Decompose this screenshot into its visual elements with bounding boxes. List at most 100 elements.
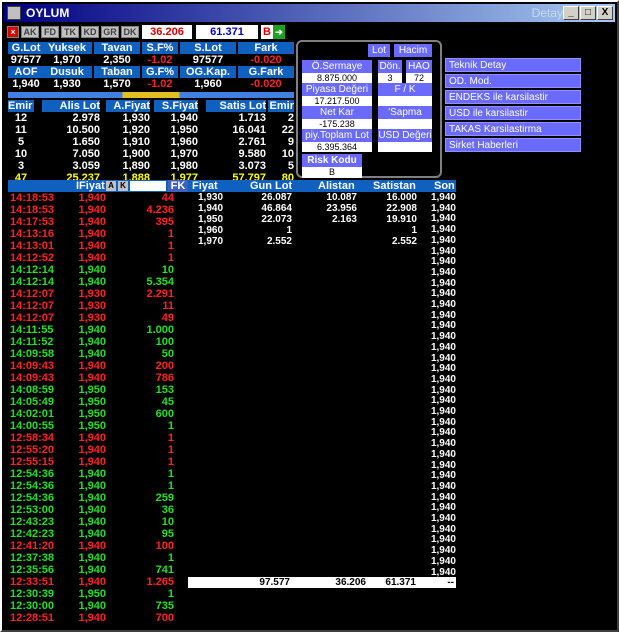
fk-header-button[interactable]: FK xyxy=(168,180,188,192)
dist-header: Fiyat Gun Lot Alistan Satistan Son xyxy=(188,180,456,192)
trade-price: 1,930 xyxy=(78,312,106,324)
risk-label: Risk Kodu xyxy=(302,154,362,167)
trade-lot: 44 xyxy=(161,192,174,204)
link-item[interactable]: TAKAS Karsilastirma xyxy=(445,122,581,136)
toolbar-button-kd[interactable]: KD xyxy=(81,26,99,38)
trade-time: 12:30:00 xyxy=(10,600,55,612)
hao-value: 72 xyxy=(406,73,432,83)
dist-cell xyxy=(302,236,357,247)
dist-header-alistan[interactable]: Alistan xyxy=(318,180,355,192)
depth-cell: 3.073 xyxy=(238,160,266,172)
risk-value: B xyxy=(302,167,362,178)
trade-time: 14:18:53 xyxy=(10,204,55,216)
trade-lot: 95 xyxy=(161,528,174,540)
dist-cell: 2.552 xyxy=(266,236,292,247)
trade-time: 12:33:51 xyxy=(10,576,55,588)
lot-button[interactable]: Lot xyxy=(368,44,390,57)
fk-label: F / K xyxy=(378,83,432,96)
toolbar-button-ak[interactable]: AK xyxy=(21,26,39,38)
dist-header-satistan[interactable]: Satistan xyxy=(373,180,416,192)
trade-price: 1,930 xyxy=(78,300,106,312)
trade-lot: 395 xyxy=(155,216,174,228)
trade-lot: 1 xyxy=(167,480,174,492)
trade-price: 1,940 xyxy=(78,492,106,504)
link-item[interactable]: Sirket Haberleri xyxy=(445,138,581,152)
trade-lot: 786 xyxy=(155,372,174,384)
toolbar-button-dk[interactable]: DK xyxy=(121,26,139,38)
trade-lot: 735 xyxy=(155,600,174,612)
son-value: 1,940 xyxy=(430,234,456,246)
toolbar-button-tk[interactable]: TK xyxy=(61,26,79,38)
summary-value: -1.02 xyxy=(147,78,173,90)
trade-time: 14:17:53 xyxy=(10,216,55,228)
summary-header: G.Fark xyxy=(238,66,294,78)
osermaye-label: Ö.Sermaye xyxy=(302,60,372,73)
summary-value: -0.020 xyxy=(250,78,282,90)
trade-lot: 200 xyxy=(155,360,174,372)
trade-price: 1,940 xyxy=(78,348,106,360)
trade-price: 1,940 xyxy=(78,264,106,276)
trade-price: 1,940 xyxy=(78,468,106,480)
trade-lot: 1 xyxy=(167,588,174,600)
depth-cell: 1,970 xyxy=(170,148,198,160)
trade-lot: 1 xyxy=(167,240,174,252)
link-item[interactable]: USD ile karsilastir xyxy=(445,106,581,120)
maximize-button[interactable]: □ xyxy=(580,6,596,20)
depth-cell: 2.978 xyxy=(72,112,100,124)
dist-header-son[interactable]: Son xyxy=(434,180,455,192)
total-son: -- xyxy=(447,577,454,588)
son-value: 1,940 xyxy=(430,363,456,375)
depth-cell: 1.650 xyxy=(72,136,100,148)
trade-price: 1,940 xyxy=(78,540,106,552)
trade-lot: 1 xyxy=(167,420,174,432)
summary-value: 1,930 xyxy=(53,78,81,90)
depth-cell: 2.761 xyxy=(238,136,266,148)
son-value: 1,940 xyxy=(430,341,456,353)
total-gunlot: 97.577 xyxy=(259,577,290,588)
close-icon[interactable]: × xyxy=(7,26,19,38)
summary-header: Dusuk xyxy=(42,66,92,78)
summary-value: 2,350 xyxy=(103,54,131,66)
sort-a-icon[interactable]: A xyxy=(106,181,116,191)
depth-cell: 9 xyxy=(287,136,294,148)
son-value: 1,940 xyxy=(430,480,456,492)
trade-price: 1,950 xyxy=(78,588,106,600)
link-item[interactable]: ENDEKS ile karsilastir xyxy=(445,90,581,104)
toolbar-button-gr[interactable]: GR xyxy=(101,26,119,38)
arrow-right-icon[interactable]: ➔ xyxy=(273,25,285,39)
trade-lot: 1 xyxy=(167,468,174,480)
trade-time: 12:58:34 xyxy=(10,432,55,444)
son-value: 1,940 xyxy=(430,352,456,364)
hacim-button[interactable]: Hacim xyxy=(394,44,432,57)
summary-header: Tavan xyxy=(94,42,140,54)
title-bar[interactable]: OYLUM Detay _ □ X xyxy=(4,4,615,22)
link-item[interactable]: Teknik Detay xyxy=(445,58,581,72)
trade-lot: 1 xyxy=(167,252,174,264)
dist-cell xyxy=(302,225,357,236)
dist-totals: 97.577 36.206 61.371 -- xyxy=(188,577,456,588)
link-item[interactable]: OD. Mod. xyxy=(445,74,581,88)
son-value: 1,940 xyxy=(430,320,456,332)
filter-input[interactable] xyxy=(130,181,166,191)
close-button[interactable]: X xyxy=(597,6,613,20)
trade-lot: 1.265 xyxy=(146,576,174,588)
sort-k-icon[interactable]: K xyxy=(118,181,128,191)
dist-cell: 1,960 xyxy=(198,225,224,236)
minimize-button[interactable]: _ xyxy=(563,6,579,20)
trade-price: 1,940 xyxy=(78,564,106,576)
hao-label: HAO xyxy=(406,60,432,73)
trade-lot: 2.291 xyxy=(146,288,174,300)
trade-time: 14:12:14 xyxy=(10,276,55,288)
dist-cell: 1,970 xyxy=(198,236,224,247)
summary-header: AOF xyxy=(8,66,44,78)
depth-cell: 11 xyxy=(15,124,27,136)
dist-header-fiyat[interactable]: Fiyat xyxy=(192,180,218,192)
trade-lot: 153 xyxy=(155,384,174,396)
son-value: 1,940 xyxy=(430,502,456,514)
depth-cell: 16.041 xyxy=(232,124,266,136)
depth-cell: 3.059 xyxy=(72,160,100,172)
dist-header-gunlot[interactable]: Gun Lot xyxy=(250,180,292,192)
toolbar-button-fd[interactable]: FD xyxy=(41,26,59,38)
summary-header: Taban xyxy=(94,66,140,78)
trade-lot: 100 xyxy=(155,336,174,348)
